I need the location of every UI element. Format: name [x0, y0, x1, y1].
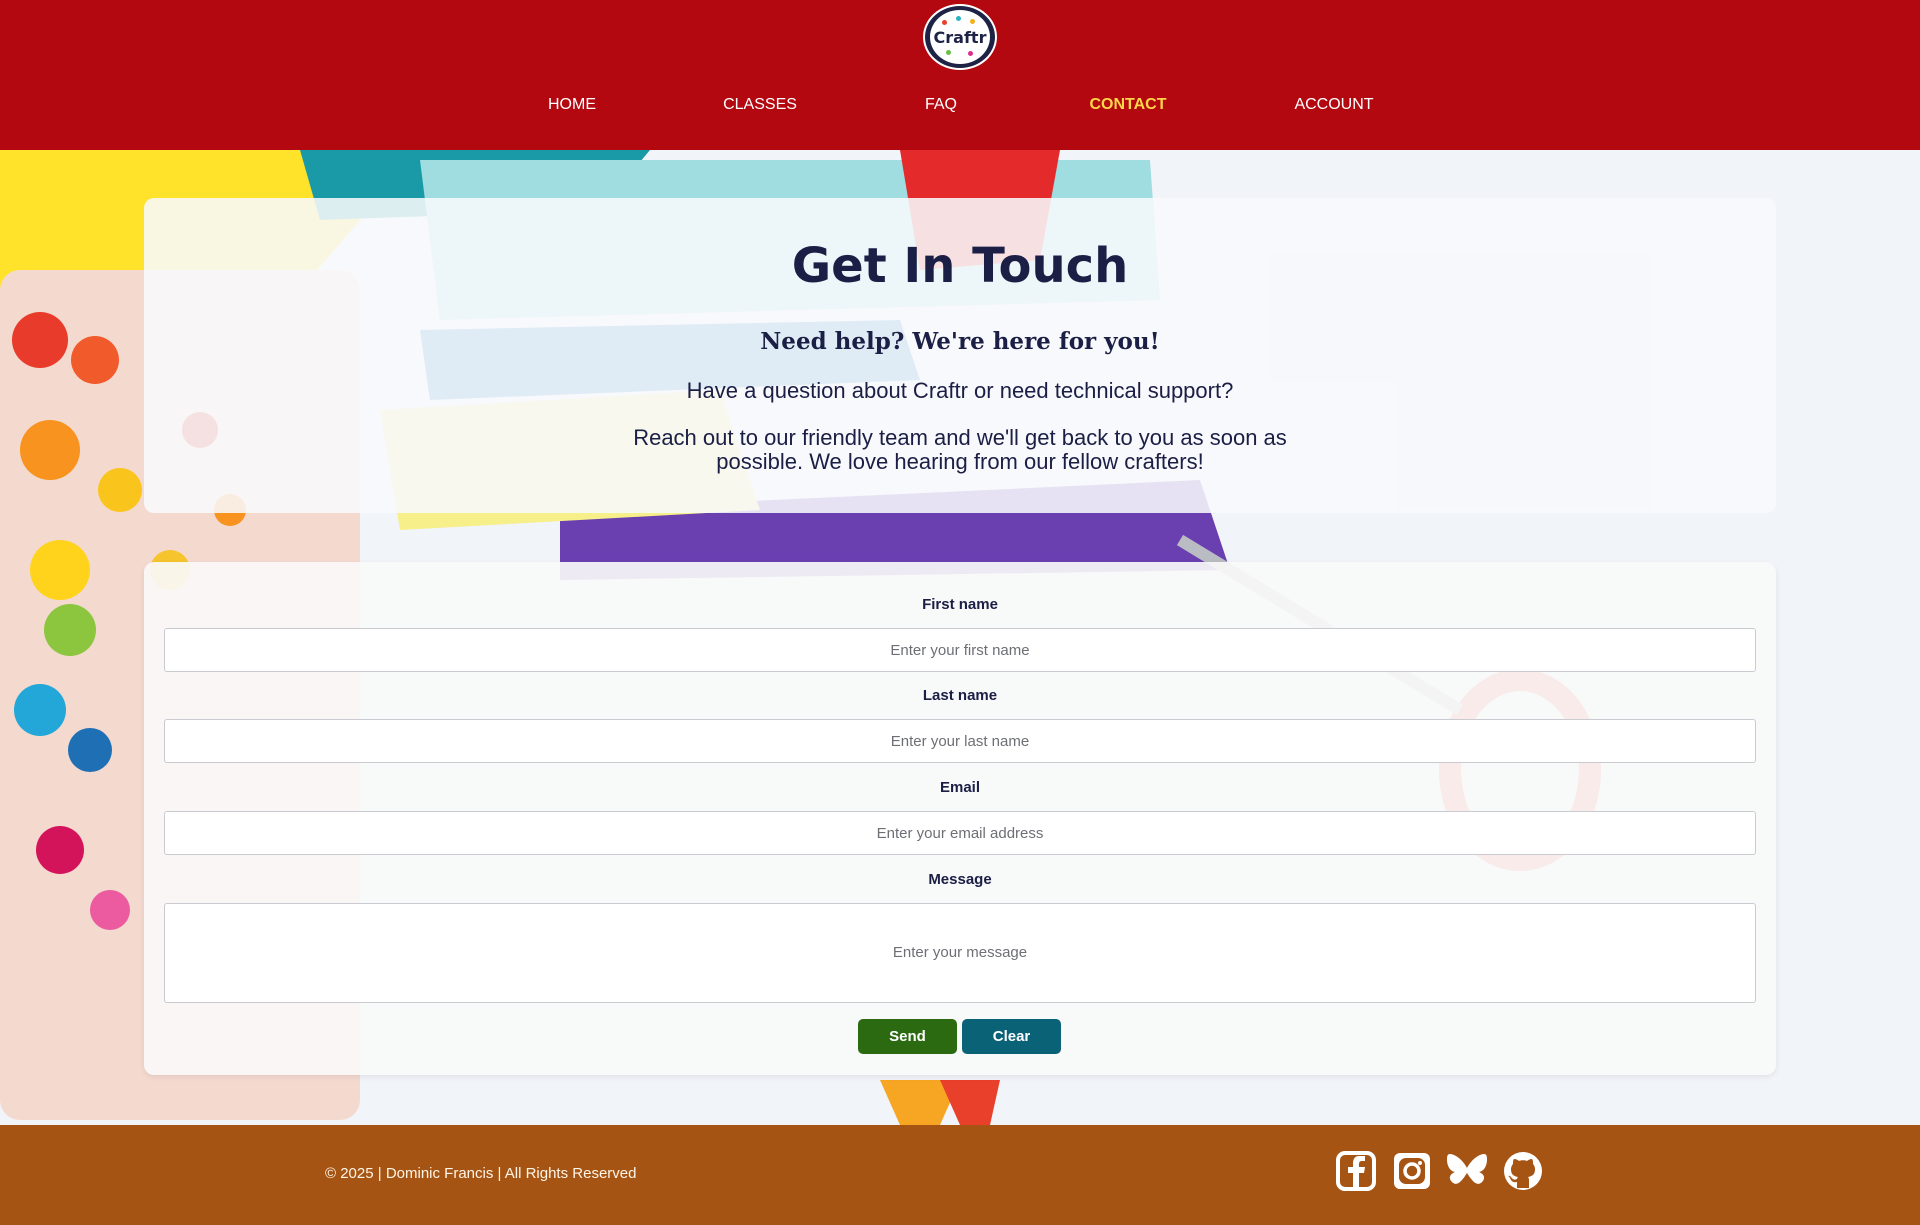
logo-dot [942, 20, 947, 25]
logo-dot [970, 19, 975, 24]
page-title: Get In Touch [791, 238, 1129, 294]
logo-dot [956, 16, 961, 21]
nav-classes[interactable]: CLASSES [723, 96, 797, 114]
last-name-input[interactable] [164, 719, 1756, 763]
intro-text-question: Have a question about Craftr or need tec… [686, 378, 1234, 403]
github-icon[interactable] [1503, 1151, 1543, 1191]
logo-text: Craftr [933, 27, 987, 47]
nav-contact[interactable]: CONTACT [1089, 96, 1166, 114]
page-subtitle: Need help? We're here for you! [760, 328, 1160, 355]
first-name-label: First name [922, 596, 998, 613]
nav-home[interactable]: HOME [548, 96, 596, 114]
logo-dot [968, 51, 973, 56]
intro-card: Get In Touch Need help? We're here for y… [144, 198, 1776, 513]
nav-faq[interactable]: FAQ [925, 96, 957, 114]
craftr-logo[interactable]: Craftr [923, 4, 997, 70]
last-name-label: Last name [922, 687, 998, 704]
email-label: Email [939, 779, 981, 796]
first-name-input[interactable] [164, 628, 1756, 672]
instagram-icon[interactable] [1392, 1151, 1432, 1191]
main-nav: HOME CLASSES FAQ CONTACT ACCOUNT [0, 96, 1920, 120]
nav-account[interactable]: ACCOUNT [1294, 96, 1373, 114]
message-textarea[interactable] [164, 903, 1756, 1003]
logo-dot [946, 50, 951, 55]
email-input[interactable] [164, 811, 1756, 855]
intro-text-reach-out: Reach out to our friendly team and we'll… [633, 425, 1287, 474]
clear-button[interactable]: Clear [962, 1019, 1061, 1054]
bluesky-icon[interactable] [1446, 1151, 1487, 1191]
copyright-text: © 2025 | Dominic Francis | All Rights Re… [325, 1165, 637, 1182]
send-button[interactable]: Send [858, 1019, 957, 1054]
facebook-icon[interactable] [1336, 1151, 1376, 1191]
logo-badge: Craftr [930, 10, 990, 64]
message-label: Message [928, 871, 992, 888]
site-header: Craftr HOME CLASSES FAQ CONTACT ACCOUNT [0, 0, 1920, 150]
contact-form: First name Last name Email Message Send … [144, 562, 1776, 1075]
site-footer: © 2025 | Dominic Francis | All Rights Re… [0, 1125, 1920, 1225]
